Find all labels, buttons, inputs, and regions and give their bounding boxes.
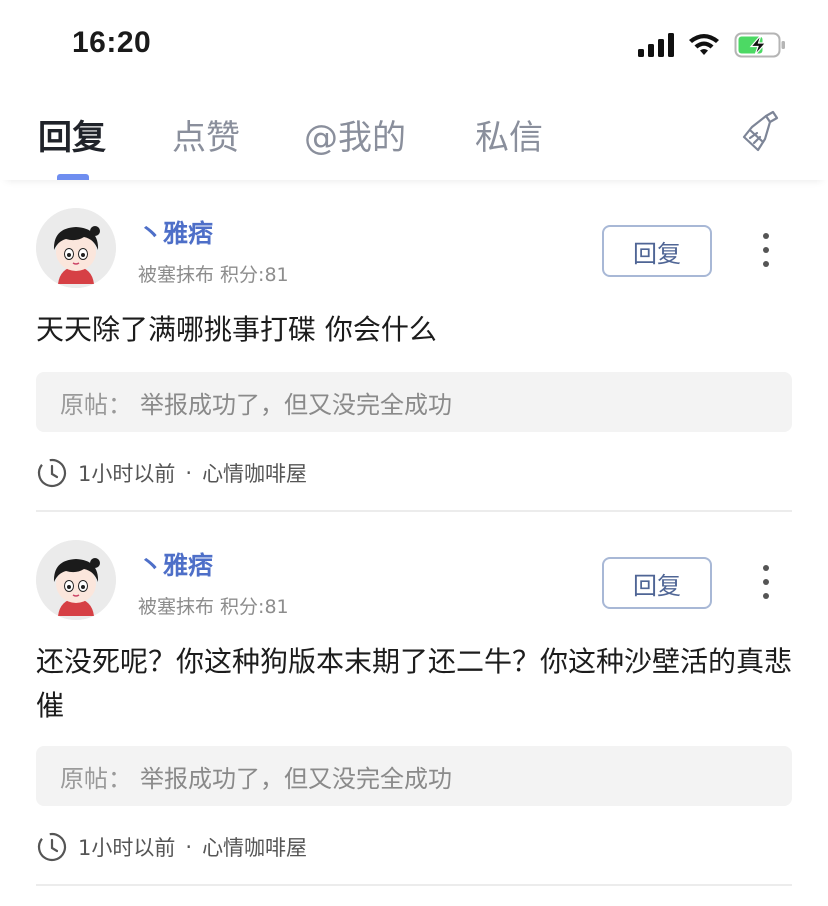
wifi-icon bbox=[689, 34, 719, 55]
avatar-illustration bbox=[36, 208, 116, 288]
status-bar: 16:20 bbox=[0, 0, 828, 90]
quote-label: 原帖： bbox=[60, 764, 132, 793]
reply-button[interactable]: 回复 bbox=[602, 225, 712, 277]
clock-icon bbox=[37, 832, 67, 862]
tab-mentions[interactable]: @我的 bbox=[304, 110, 406, 159]
forum-name[interactable]: 心情咖啡屋 bbox=[202, 832, 307, 862]
clock-icon bbox=[37, 458, 67, 488]
notification-tabs: 回复 点赞 @我的 私信 bbox=[0, 96, 828, 180]
tab-likes[interactable]: 点赞 bbox=[172, 110, 240, 159]
avatar-illustration bbox=[36, 540, 116, 620]
quote-text: 举报成功了，但又没完全成功 bbox=[140, 764, 452, 793]
reply-content: 还没死呢？你这种狗版本末期了还二牛？你这种沙壁活的真悲催 bbox=[36, 645, 793, 722]
reply-content: 天天除了满哪挑事打碟 你会什么 bbox=[36, 313, 437, 346]
reply-time: 1小时以前 bbox=[78, 462, 176, 486]
reply-button[interactable]: 回复 bbox=[602, 557, 712, 609]
reply-card: 丶雅痞 被塞抹布 积分:81 回复 天天除了满哪挑事打碟 你会什么 原帖： 举报… bbox=[0, 180, 828, 512]
user-rank: 被塞抹布 积分:81 bbox=[138, 596, 289, 618]
status-icons bbox=[638, 30, 786, 60]
original-post-quote[interactable]: 原帖： 举报成功了，但又没完全成功 bbox=[36, 372, 792, 432]
user-rank: 被塞抹布 积分:81 bbox=[138, 264, 289, 286]
battery-charging-icon bbox=[734, 32, 785, 58]
more-options-icon[interactable] bbox=[756, 230, 776, 270]
avatar[interactable] bbox=[36, 540, 116, 620]
reply-card: 丶雅痞 被塞抹布 积分:81 回复 还没死呢？你这种狗版本末期了还二牛？你这种沙… bbox=[0, 512, 828, 906]
quote-label: 原帖： bbox=[60, 390, 132, 419]
tab-messages[interactable]: 私信 bbox=[475, 110, 543, 159]
reply-time: 1小时以前 bbox=[78, 836, 176, 860]
forum-name[interactable]: 心情咖啡屋 bbox=[202, 458, 307, 488]
username[interactable]: 丶雅痞 bbox=[138, 214, 213, 250]
reply-footer: 1小时以前 · 心情咖啡屋 bbox=[36, 457, 307, 489]
divider bbox=[36, 884, 792, 886]
footer-separator: · bbox=[185, 835, 193, 859]
avatar[interactable] bbox=[36, 208, 116, 288]
tab-reply[interactable]: 回复 bbox=[38, 110, 106, 159]
broom-icon[interactable] bbox=[740, 110, 784, 154]
signal-icon bbox=[638, 33, 674, 57]
reply-footer: 1小时以前 · 心情咖啡屋 bbox=[36, 831, 307, 863]
more-options-icon[interactable] bbox=[756, 562, 776, 602]
username[interactable]: 丶雅痞 bbox=[138, 546, 213, 582]
footer-separator: · bbox=[185, 461, 193, 485]
reply-list: 丶雅痞 被塞抹布 积分:81 回复 天天除了满哪挑事打碟 你会什么 原帖： 举报… bbox=[0, 180, 828, 906]
original-post-quote[interactable]: 原帖： 举报成功了，但又没完全成功 bbox=[36, 746, 792, 806]
quote-text: 举报成功了，但又没完全成功 bbox=[140, 390, 452, 419]
status-time: 16:20 bbox=[72, 26, 152, 59]
